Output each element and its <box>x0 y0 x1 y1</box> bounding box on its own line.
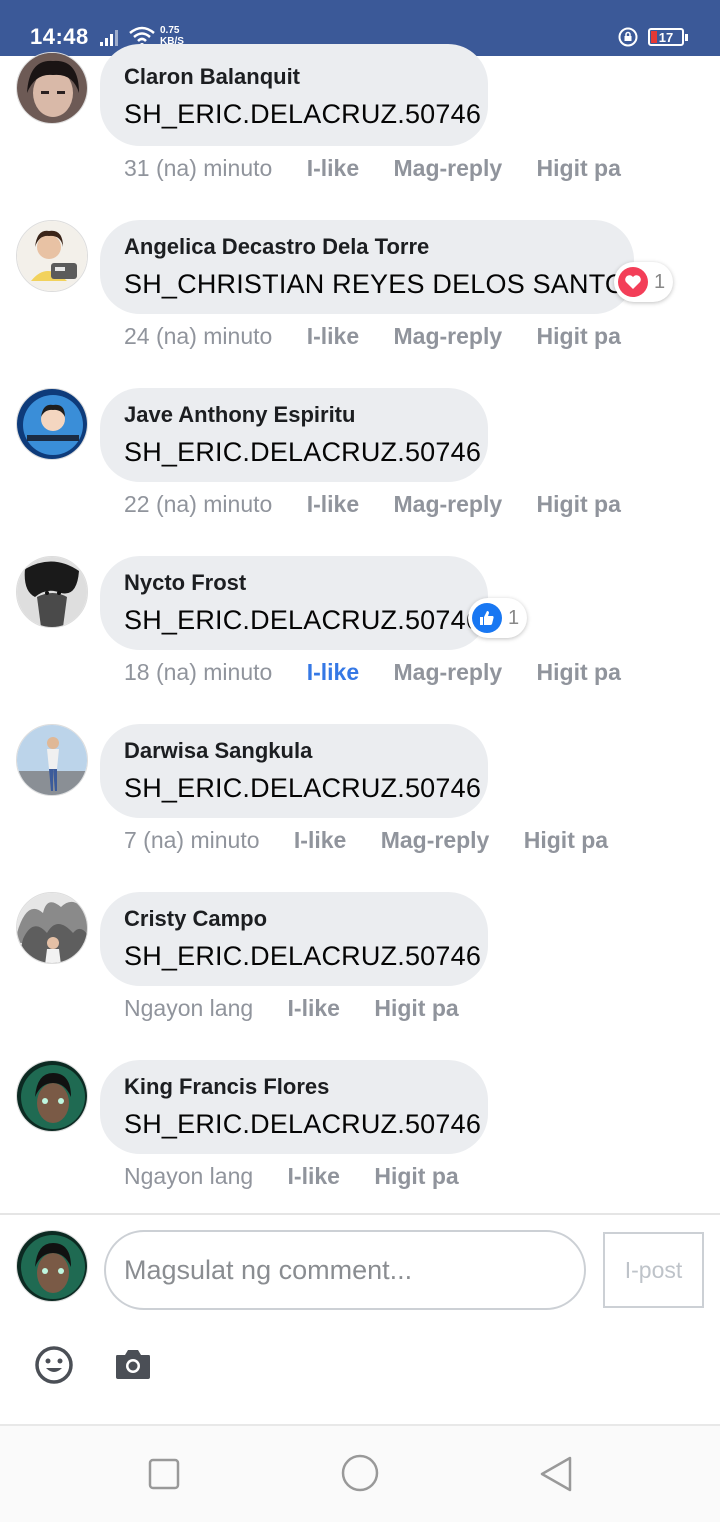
comment-actions: 31 (na) minuto I-like Mag-reply Higit pa <box>124 155 649 182</box>
like-button[interactable]: I-like <box>288 1163 340 1189</box>
comment-item: Cristy Campo SH_ERIC.DELACRUZ.50746 Ngay… <box>0 892 720 1060</box>
comment-text: SH_ERIC.DELACRUZ.50746 <box>124 437 482 467</box>
comment-item: Darwisa Sangkula SH_ERIC.DELACRUZ.50746 … <box>0 724 720 892</box>
comment-bubble[interactable]: Nycto Frost SH_ERIC.DELACRUZ.50746 <box>100 556 488 650</box>
comment-author[interactable]: Claron Balanquit <box>124 64 464 90</box>
avatar[interactable] <box>16 556 88 628</box>
like-button[interactable]: I-like <box>307 659 359 685</box>
comment-bubble[interactable]: Angelica Decastro Dela Torre SH_CHRISTIA… <box>100 220 645 314</box>
more-button[interactable]: Higit pa <box>537 323 621 349</box>
more-button[interactable]: Higit pa <box>537 659 621 685</box>
more-button[interactable]: Higit pa <box>537 491 621 517</box>
comment-item: Nycto Frost SH_ERIC.DELACRUZ.50746 1 18 … <box>0 556 720 724</box>
like-button[interactable]: I-like <box>294 827 346 853</box>
like-button[interactable]: I-like <box>307 491 359 517</box>
comment-bubble[interactable]: Darwisa Sangkula SH_ERIC.DELACRUZ.50746 <box>100 724 488 818</box>
avatar[interactable] <box>16 388 88 460</box>
reply-button[interactable]: Mag-reply <box>381 827 490 853</box>
comment-item: Jave Anthony Espiritu SH_ERIC.DELACRUZ.5… <box>0 388 720 556</box>
thumbs-up-icon <box>472 603 502 633</box>
comment-text: SH_ERIC.DELACRUZ.50746 <box>124 1109 482 1139</box>
camera-icon[interactable] <box>114 1347 152 1381</box>
comment-actions: Ngayon lang I-like Higit pa <box>124 1163 487 1190</box>
comment-text: SH_ERIC.DELACRUZ.50746 <box>124 941 482 971</box>
square-icon[interactable] <box>146 1456 182 1492</box>
comment-text: SH_ERIC.DELACRUZ.50746 <box>124 99 482 129</box>
avatar[interactable] <box>16 724 88 796</box>
comment-time: 7 (na) minuto <box>124 827 260 853</box>
avatar[interactable] <box>16 52 88 124</box>
reaction-count: 1 <box>508 606 520 629</box>
comment-bubble[interactable]: Cristy Campo SH_ERIC.DELACRUZ.50746 <box>100 892 488 986</box>
comment-author[interactable]: Jave Anthony Espiritu <box>124 402 464 428</box>
comment-input[interactable]: Magsulat ng comment... <box>104 1230 586 1310</box>
comment-bubble[interactable]: Claron Balanquit SH_ERIC.DELACRUZ.50746 <box>100 44 488 146</box>
comment-text: SH_ERIC.DELACRUZ.50746 <box>124 605 482 635</box>
comment-item: Angelica Decastro Dela Torre SH_CHRISTIA… <box>0 220 720 388</box>
comment-actions: 18 (na) minuto I-like Mag-reply Higit pa <box>124 659 649 686</box>
like-button[interactable]: I-like <box>307 155 359 181</box>
comment-time: 22 (na) minuto <box>124 491 273 517</box>
comment-actions: 24 (na) minuto I-like Mag-reply Higit pa <box>124 323 649 350</box>
reply-button[interactable]: Mag-reply <box>394 659 503 685</box>
network-speed-value: 0.75 <box>160 25 180 36</box>
system-nav-bar <box>0 1424 720 1522</box>
heart-icon <box>618 267 648 297</box>
comment-actions: 7 (na) minuto I-like Mag-reply Higit pa <box>124 827 636 854</box>
comment-time: 24 (na) minuto <box>124 323 273 349</box>
comment-item: King Francis Flores SH_ERIC.DELACRUZ.507… <box>0 1060 720 1228</box>
reaction-badge[interactable]: 1 <box>614 262 674 302</box>
divider <box>0 1213 720 1215</box>
comment-time: Ngayon lang <box>124 995 254 1021</box>
comment-actions: 22 (na) minuto I-like Mag-reply Higit pa <box>124 491 649 518</box>
reply-button[interactable]: Mag-reply <box>394 155 503 181</box>
battery-level: 17 <box>658 30 674 45</box>
comment-bubble[interactable]: King Francis Flores SH_ERIC.DELACRUZ.507… <box>100 1060 488 1154</box>
comment-time: Ngayon lang <box>124 1163 254 1189</box>
comment-author[interactable]: Nycto Frost <box>124 570 464 596</box>
reply-button[interactable]: Mag-reply <box>394 491 503 517</box>
comment-item: Claron Balanquit SH_ERIC.DELACRUZ.50746 … <box>0 44 720 212</box>
post-button[interactable]: I-post <box>603 1232 704 1308</box>
comment-time: 31 (na) minuto <box>124 155 273 181</box>
smiley-icon[interactable] <box>34 1345 74 1385</box>
reply-button[interactable]: Mag-reply <box>394 323 503 349</box>
more-button[interactable]: Higit pa <box>537 155 621 181</box>
comment-author[interactable]: King Francis Flores <box>124 1074 464 1100</box>
more-button[interactable]: Higit pa <box>374 995 458 1021</box>
more-button[interactable]: Higit pa <box>524 827 608 853</box>
comment-author[interactable]: Cristy Campo <box>124 906 464 932</box>
triangle-back-icon[interactable] <box>536 1454 576 1494</box>
comment-text: SH_ERIC.DELACRUZ.50746 <box>124 773 482 803</box>
avatar[interactable] <box>16 892 88 964</box>
comment-actions: Ngayon lang I-like Higit pa <box>124 995 487 1022</box>
comment-author[interactable]: Angelica Decastro Dela Torre <box>124 234 610 260</box>
composer-avatar <box>16 1230 88 1302</box>
reaction-badge[interactable]: 1 <box>468 598 528 638</box>
avatar[interactable] <box>16 1060 88 1132</box>
avatar[interactable] <box>16 220 88 292</box>
comment-text: SH_CHRISTIAN REYES DELOS SANTOS <box>124 269 645 299</box>
like-button[interactable]: I-like <box>288 995 340 1021</box>
comment-bubble[interactable]: Jave Anthony Espiritu SH_ERIC.DELACRUZ.5… <box>100 388 488 482</box>
circle-icon[interactable] <box>339 1452 381 1494</box>
like-button[interactable]: I-like <box>307 323 359 349</box>
comment-time: 18 (na) minuto <box>124 659 273 685</box>
more-button[interactable]: Higit pa <box>374 1163 458 1189</box>
reaction-count: 1 <box>654 270 666 293</box>
comment-author[interactable]: Darwisa Sangkula <box>124 738 464 764</box>
